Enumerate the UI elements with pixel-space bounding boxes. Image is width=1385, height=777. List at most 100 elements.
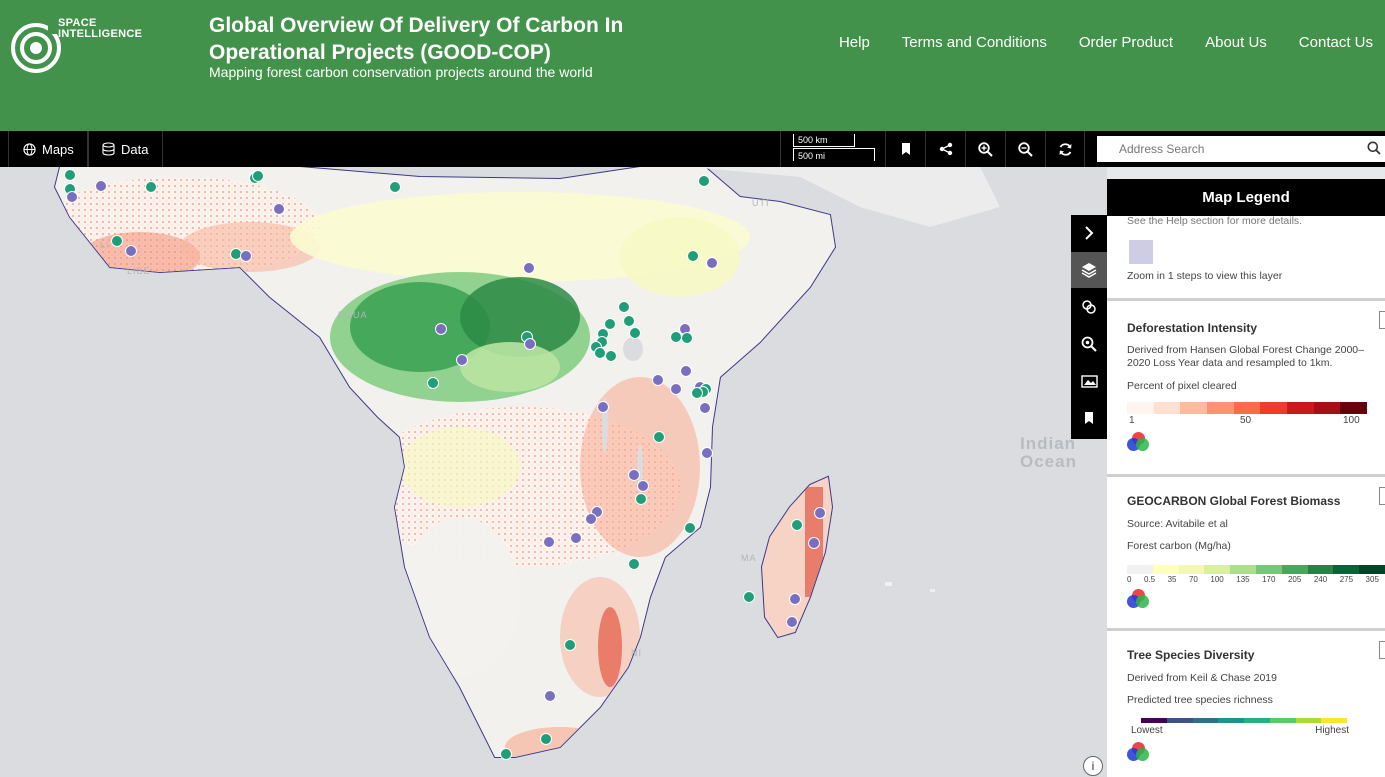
project-marker-green[interactable]: [670, 331, 682, 343]
address-search-input[interactable]: [1097, 136, 1347, 162]
project-marker-green[interactable]: [230, 248, 242, 260]
maps-button[interactable]: Maps: [8, 131, 89, 167]
project-marker-purple[interactable]: [273, 203, 285, 215]
project-marker-green[interactable]: [604, 318, 616, 330]
project-marker-purple[interactable]: [523, 262, 535, 274]
project-marker-purple[interactable]: [456, 354, 468, 366]
project-marker-purple[interactable]: [789, 593, 801, 605]
project-marker-green[interactable]: [594, 347, 606, 359]
project-marker-green[interactable]: [500, 748, 512, 760]
project-marker-purple[interactable]: [544, 690, 556, 702]
project-marker-purple[interactable]: [66, 191, 78, 203]
project-marker-purple[interactable]: [699, 402, 711, 414]
legend-top-section: See the Help section for more details. Z…: [1107, 215, 1385, 298]
refresh-button[interactable]: [1045, 131, 1085, 167]
collapse-panel-button[interactable]: [1071, 215, 1107, 251]
project-marker-green[interactable]: [653, 431, 665, 443]
circles-icon: [1082, 300, 1096, 314]
project-marker-green[interactable]: [684, 522, 696, 534]
project-marker-green[interactable]: [791, 519, 803, 531]
project-marker-green[interactable]: [145, 181, 157, 193]
zoom-out-button[interactable]: [1005, 131, 1045, 167]
project-marker-purple[interactable]: [585, 513, 597, 525]
legend-section-biomass: GEOCARBON Global Forest Biomass Source: …: [1107, 477, 1385, 628]
project-marker-purple[interactable]: [597, 401, 609, 413]
data-button[interactable]: Data: [87, 131, 164, 167]
nav-order-product[interactable]: Order Product: [1079, 34, 1173, 51]
project-marker-green[interactable]: [605, 350, 617, 362]
project-marker-green[interactable]: [427, 377, 439, 389]
share-button[interactable]: [925, 131, 965, 167]
project-marker-purple[interactable]: [628, 469, 640, 481]
zoom-in-button[interactable]: [965, 131, 1005, 167]
project-marker-green[interactable]: [743, 591, 755, 603]
project-marker-purple[interactable]: [808, 537, 820, 549]
ramp-tick: 35: [1167, 575, 1177, 584]
ramp-tick: 100: [1343, 415, 1360, 426]
project-marker-green[interactable]: [629, 327, 641, 339]
nav-terms[interactable]: Terms and Conditions: [902, 34, 1047, 51]
nav-contact-us[interactable]: Contact Us: [1299, 34, 1373, 51]
project-marker-purple[interactable]: [706, 257, 718, 269]
search-icon[interactable]: [1367, 141, 1381, 155]
nav-help[interactable]: Help: [839, 34, 870, 51]
project-marker-purple[interactable]: [570, 532, 582, 544]
header-bar: SPACE INTELLIGENCE Global Overview Of De…: [0, 0, 1385, 131]
rgb-layer-icon[interactable]: [1127, 432, 1151, 454]
project-marker-green[interactable]: [687, 250, 699, 262]
basemap-button[interactable]: [1071, 363, 1107, 399]
project-marker-purple[interactable]: [786, 616, 798, 628]
project-marker-purple[interactable]: [543, 536, 555, 548]
project-marker-green[interactable]: [111, 235, 123, 247]
project-marker-green[interactable]: [681, 332, 693, 344]
collapse-toggle-button[interactable]: [1379, 487, 1385, 505]
ramp-tick: 240: [1313, 575, 1328, 584]
scale-mi: 500 mi: [793, 148, 875, 161]
project-marker-purple[interactable]: [680, 365, 692, 377]
project-marker-green[interactable]: [64, 169, 76, 181]
project-marker-purple[interactable]: [652, 374, 664, 386]
collapse-toggle-button[interactable]: [1379, 641, 1385, 659]
project-marker-purple[interactable]: [435, 323, 447, 335]
project-marker-green[interactable]: [389, 181, 401, 193]
project-marker-green[interactable]: [252, 170, 264, 182]
ramp-swatch: [1233, 402, 1261, 414]
map-toolbar: Maps Data 500 km 500 mi: [0, 131, 1385, 167]
project-marker-purple[interactable]: [524, 338, 536, 350]
ramp-swatch: [1127, 565, 1153, 574]
address-search: [1097, 136, 1385, 162]
project-marker-green[interactable]: [635, 493, 647, 505]
collapse-toggle-button[interactable]: [1379, 311, 1385, 329]
ramp-ticks: Lowest Highest: [1127, 723, 1349, 736]
map-label: UTI: [752, 198, 770, 208]
rgb-layer-icon[interactable]: [1127, 742, 1151, 764]
project-marker-purple[interactable]: [814, 507, 826, 519]
info-button[interactable]: i: [1083, 756, 1103, 776]
map-canvas[interactable]: UTI EQUA LI LIBE MA NI Indian Ocean i: [0, 167, 1107, 777]
project-marker-green[interactable]: [698, 175, 710, 187]
project-marker-green[interactable]: [618, 301, 630, 313]
project-marker-purple[interactable]: [670, 383, 682, 395]
project-marker-green[interactable]: [628, 558, 640, 570]
overlay-button[interactable]: [1071, 289, 1107, 325]
layers-button[interactable]: [1071, 252, 1107, 288]
color-ramp: [1127, 565, 1385, 574]
bookmarks-button[interactable]: [1071, 400, 1107, 436]
rgb-layer-icon[interactable]: [1127, 589, 1151, 611]
project-marker-green[interactable]: [564, 639, 576, 651]
legend-section-deforestation: Deforestation Intensity Derived from Han…: [1107, 301, 1385, 474]
project-marker-purple[interactable]: [637, 480, 649, 492]
space-intelligence-logo-icon[interactable]: [10, 18, 62, 74]
project-marker-purple[interactable]: [125, 245, 137, 257]
project-marker-purple[interactable]: [95, 180, 107, 192]
project-marker-purple[interactable]: [240, 250, 252, 262]
ramp-ticks: 0 0.5 35 70 100 135 170 205 240 275 305: [1127, 575, 1379, 584]
project-marker-green[interactable]: [691, 387, 703, 399]
project-marker-purple[interactable]: [701, 447, 713, 459]
bookmark-button[interactable]: [885, 131, 925, 167]
zoom-search-button[interactable]: [1071, 326, 1107, 362]
map-label: EQUA: [338, 310, 368, 320]
project-marker-green[interactable]: [623, 315, 635, 327]
project-marker-green[interactable]: [540, 733, 552, 745]
nav-about-us[interactable]: About Us: [1205, 34, 1267, 51]
